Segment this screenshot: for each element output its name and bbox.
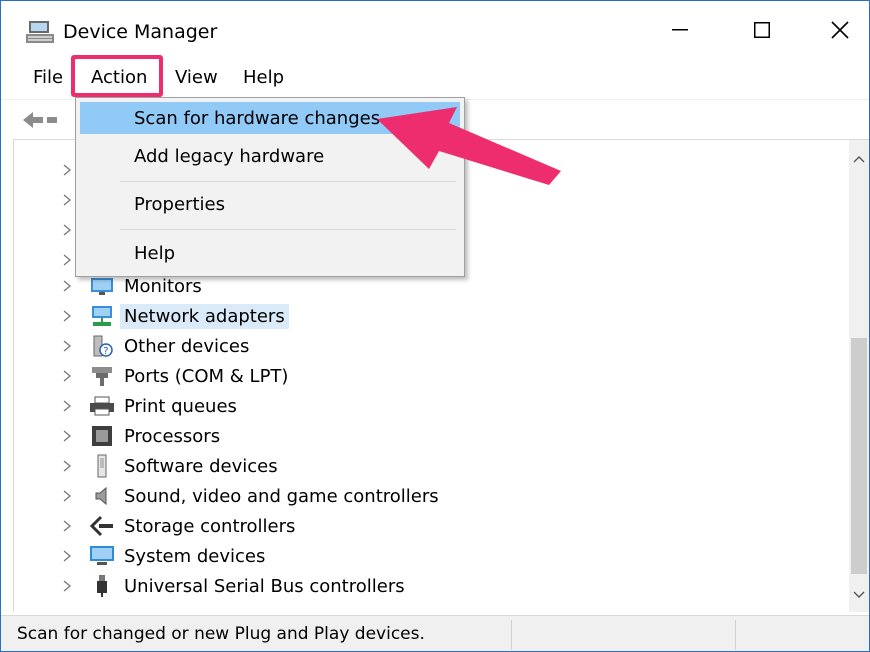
status-text: Scan for changed or new Plug and Play de… [17, 624, 425, 644]
device-manager-window: Device Manager File Action View Help Mon… [0, 0, 870, 652]
status-bar: Scan for changed or new Plug and Play de… [1, 615, 869, 651]
annotation-arrow-icon [377, 107, 561, 185]
status-divider [511, 620, 512, 650]
status-divider [735, 620, 736, 650]
